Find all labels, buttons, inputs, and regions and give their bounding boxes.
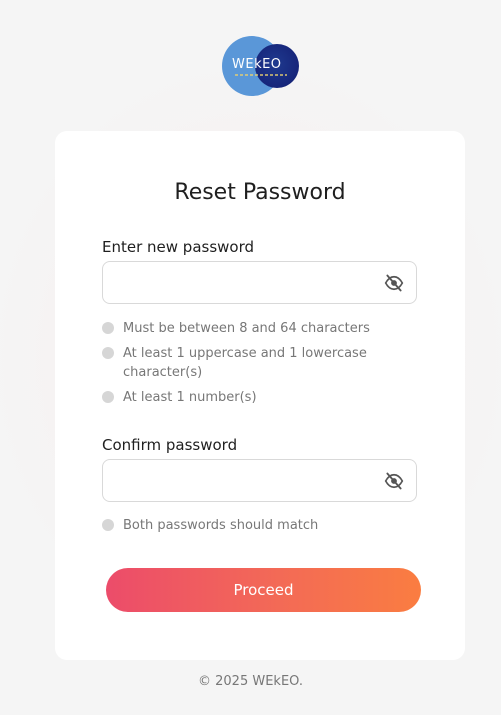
- new-password-input[interactable]: [113, 262, 377, 303]
- eye-off-icon[interactable]: [384, 471, 404, 491]
- rule-number-text: At least 1 number(s): [123, 390, 257, 405]
- rule-case-text: At least 1 uppercase and 1 lowercase cha…: [123, 346, 367, 380]
- rule-status-dot: [102, 347, 114, 359]
- rule-status-dot: [102, 391, 114, 403]
- new-password-field[interactable]: [102, 261, 417, 304]
- confirm-password-label: Confirm password: [102, 436, 238, 454]
- eye-off-icon[interactable]: [384, 273, 404, 293]
- confirm-password-input[interactable]: [113, 460, 377, 501]
- rule-status-dot: [102, 322, 114, 334]
- rule-status-dot: [102, 519, 114, 531]
- reset-password-card: Reset Password Enter new password Must b…: [55, 131, 465, 660]
- rule-match-text: Both passwords should match: [123, 518, 319, 533]
- footer-copyright: © 2025 WEkEO.: [198, 674, 303, 689]
- page-title: Reset Password: [174, 180, 346, 205]
- wekeo-logo: WEkEO: [222, 35, 300, 97]
- rule-length-text: Must be between 8 and 64 characters: [123, 321, 370, 336]
- confirm-password-field[interactable]: [102, 459, 417, 502]
- logo-tagline-mark: [235, 74, 287, 76]
- proceed-button[interactable]: Proceed: [106, 568, 421, 612]
- new-password-label: Enter new password: [102, 238, 255, 256]
- logo-text: WEkEO: [232, 57, 282, 72]
